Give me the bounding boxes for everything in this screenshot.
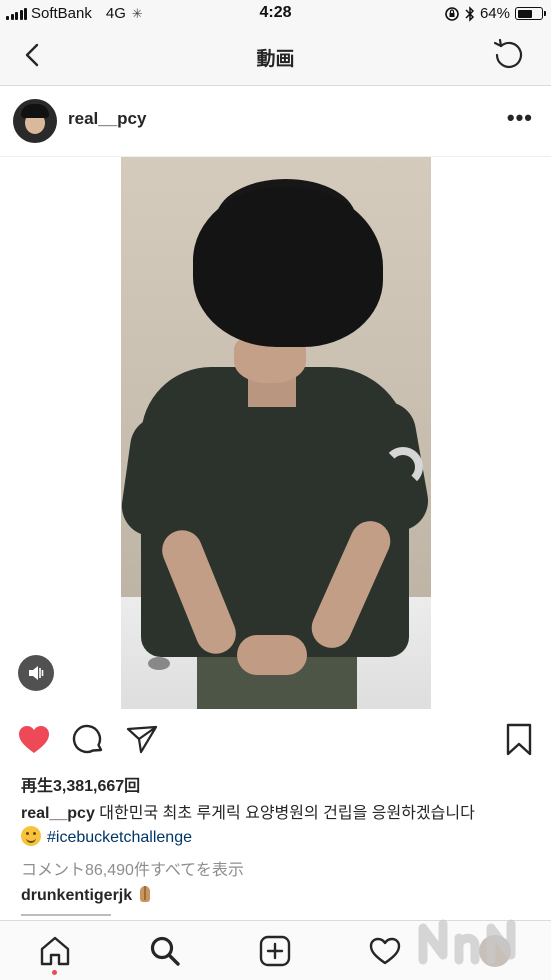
watermark-logo (418, 919, 516, 965)
post-caption: real__pcy 대한민국 최초 루게릭 요양병원의 건립을 응원하겠습니다 … (21, 802, 536, 850)
video-area (0, 157, 551, 709)
clipped-comment-line (21, 912, 141, 918)
caption-username[interactable]: real__pcy (21, 805, 95, 822)
home-icon[interactable] (38, 934, 72, 968)
speaker-muted-icon (29, 666, 44, 680)
status-bar-right: 64% (444, 5, 546, 22)
battery-level-fill (517, 9, 533, 18)
orientation-lock-icon (445, 6, 459, 21)
post-header: real__pcy ••• (0, 87, 551, 157)
battery-percent: 64% (479, 5, 510, 22)
video-hair (193, 187, 383, 347)
mute-button[interactable] (18, 655, 54, 691)
comment-username[interactable]: drunkentigerjk (21, 887, 132, 904)
view-count: 再生3,381,667回 (21, 778, 141, 795)
search-icon[interactable] (148, 934, 182, 968)
caption-hashtag[interactable]: #icebucketchallenge (47, 829, 192, 846)
comment-item: drunkentigerjk (21, 885, 154, 905)
add-post-icon[interactable] (258, 934, 292, 968)
avatar[interactable] (13, 99, 57, 143)
paper-plane-icon[interactable] (124, 722, 160, 758)
heart-filled-icon[interactable] (16, 722, 52, 758)
video-shirt-logo (383, 447, 423, 487)
heart-outline-icon[interactable] (368, 934, 402, 968)
home-notification-dot (52, 970, 57, 975)
video-drain (148, 657, 170, 670)
nav-bar: 動画 (0, 28, 551, 86)
bookmark-icon[interactable] (503, 722, 535, 758)
view-all-comments-link[interactable]: コメント86,490件すべてを表示 (21, 856, 244, 880)
post-username[interactable]: real__pcy (68, 109, 146, 129)
folded-hands-icon (136, 885, 154, 903)
bluetooth-icon (465, 5, 475, 22)
caption-text: 대한민국 최초 루게릭 요양병원의 건립을 응원하겠습니다 (99, 805, 475, 822)
video-player[interactable] (121, 157, 431, 709)
more-horizontal-icon[interactable]: ••• (507, 105, 533, 131)
battery-icon (515, 7, 546, 20)
refresh-icon[interactable] (491, 37, 527, 73)
avatar-hair (21, 104, 49, 118)
video-hands (237, 635, 307, 675)
post-actions (0, 722, 551, 762)
video-shirt (141, 367, 409, 657)
comment-bubble-icon[interactable] (70, 722, 106, 758)
page-title: 動画 (256, 49, 295, 70)
smiling-face-icon (21, 826, 41, 846)
status-bar: SoftBank 4G ✳ 4:28 64% (0, 0, 551, 28)
